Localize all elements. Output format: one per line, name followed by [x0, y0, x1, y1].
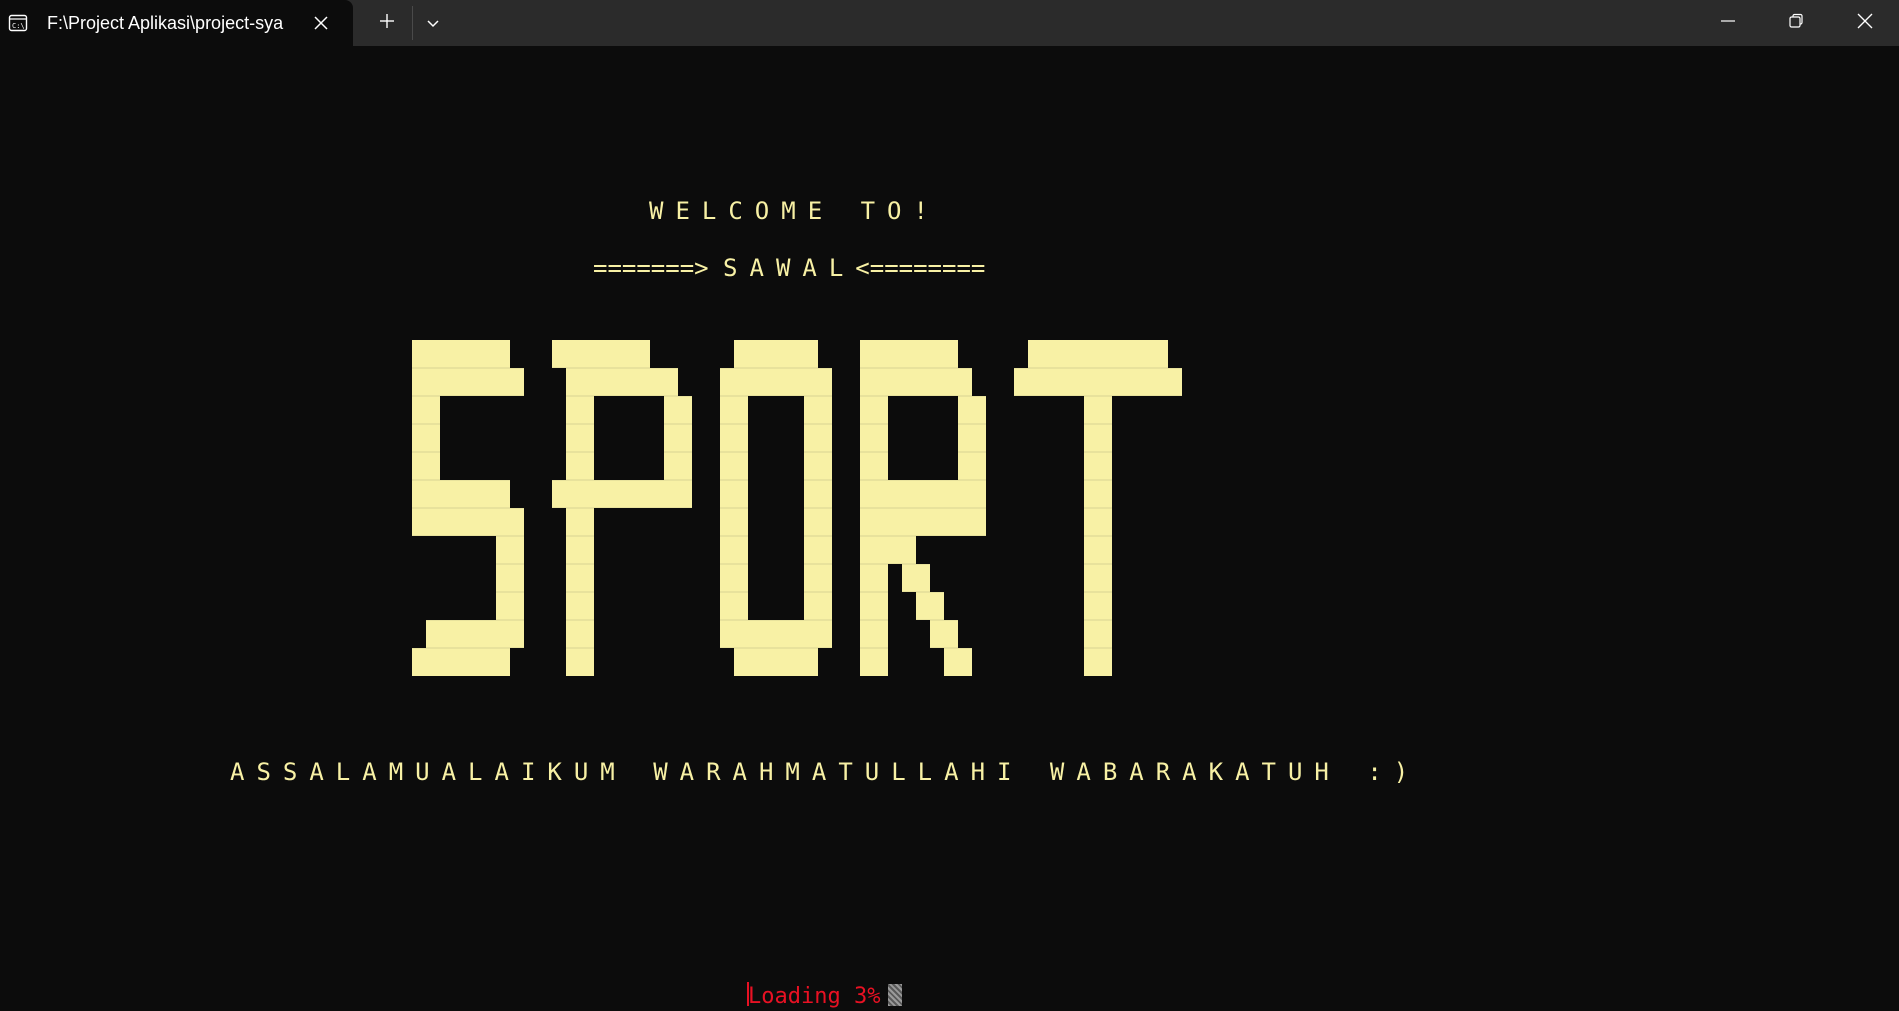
logo-r-block — [930, 620, 958, 648]
logo-s-block — [412, 648, 510, 676]
logo-s-block — [496, 536, 524, 620]
logo-p-block — [566, 396, 594, 480]
logo-r-block — [944, 648, 972, 676]
logo-r-block — [888, 536, 916, 564]
logo-o-block — [734, 340, 818, 368]
logo-s-block — [412, 368, 524, 396]
greeting-text: ASSALAMUALAIKUM WARAHMATULLAHI WABARAKAT… — [230, 758, 1421, 786]
logo-o-block — [734, 648, 818, 676]
logo-r-block — [958, 396, 986, 480]
logo-s-block — [426, 620, 524, 648]
logo-s-block — [412, 480, 510, 508]
logo-s-block — [412, 396, 440, 480]
logo-p-block — [552, 480, 692, 508]
terminal-cursor — [888, 984, 902, 1006]
logo-p-block — [664, 396, 692, 480]
logo-r-block — [860, 340, 958, 368]
logo-r-block — [888, 480, 986, 508]
logo-r-block — [860, 368, 972, 396]
logo-o-block — [720, 368, 832, 396]
logo-o-block — [720, 620, 832, 648]
logo-p-block — [566, 368, 678, 396]
sport-logo — [412, 340, 1182, 676]
logo-r-block — [888, 508, 986, 536]
logo-p-block — [552, 340, 650, 368]
logo-s-block — [412, 508, 524, 536]
logo-t-block — [1014, 368, 1182, 396]
logo-r-block — [902, 564, 930, 592]
logo-s-block — [412, 340, 510, 368]
logo-t-block — [1028, 340, 1168, 368]
loading-status: Loading 3% — [748, 984, 881, 1009]
logo-r-block — [916, 592, 944, 620]
